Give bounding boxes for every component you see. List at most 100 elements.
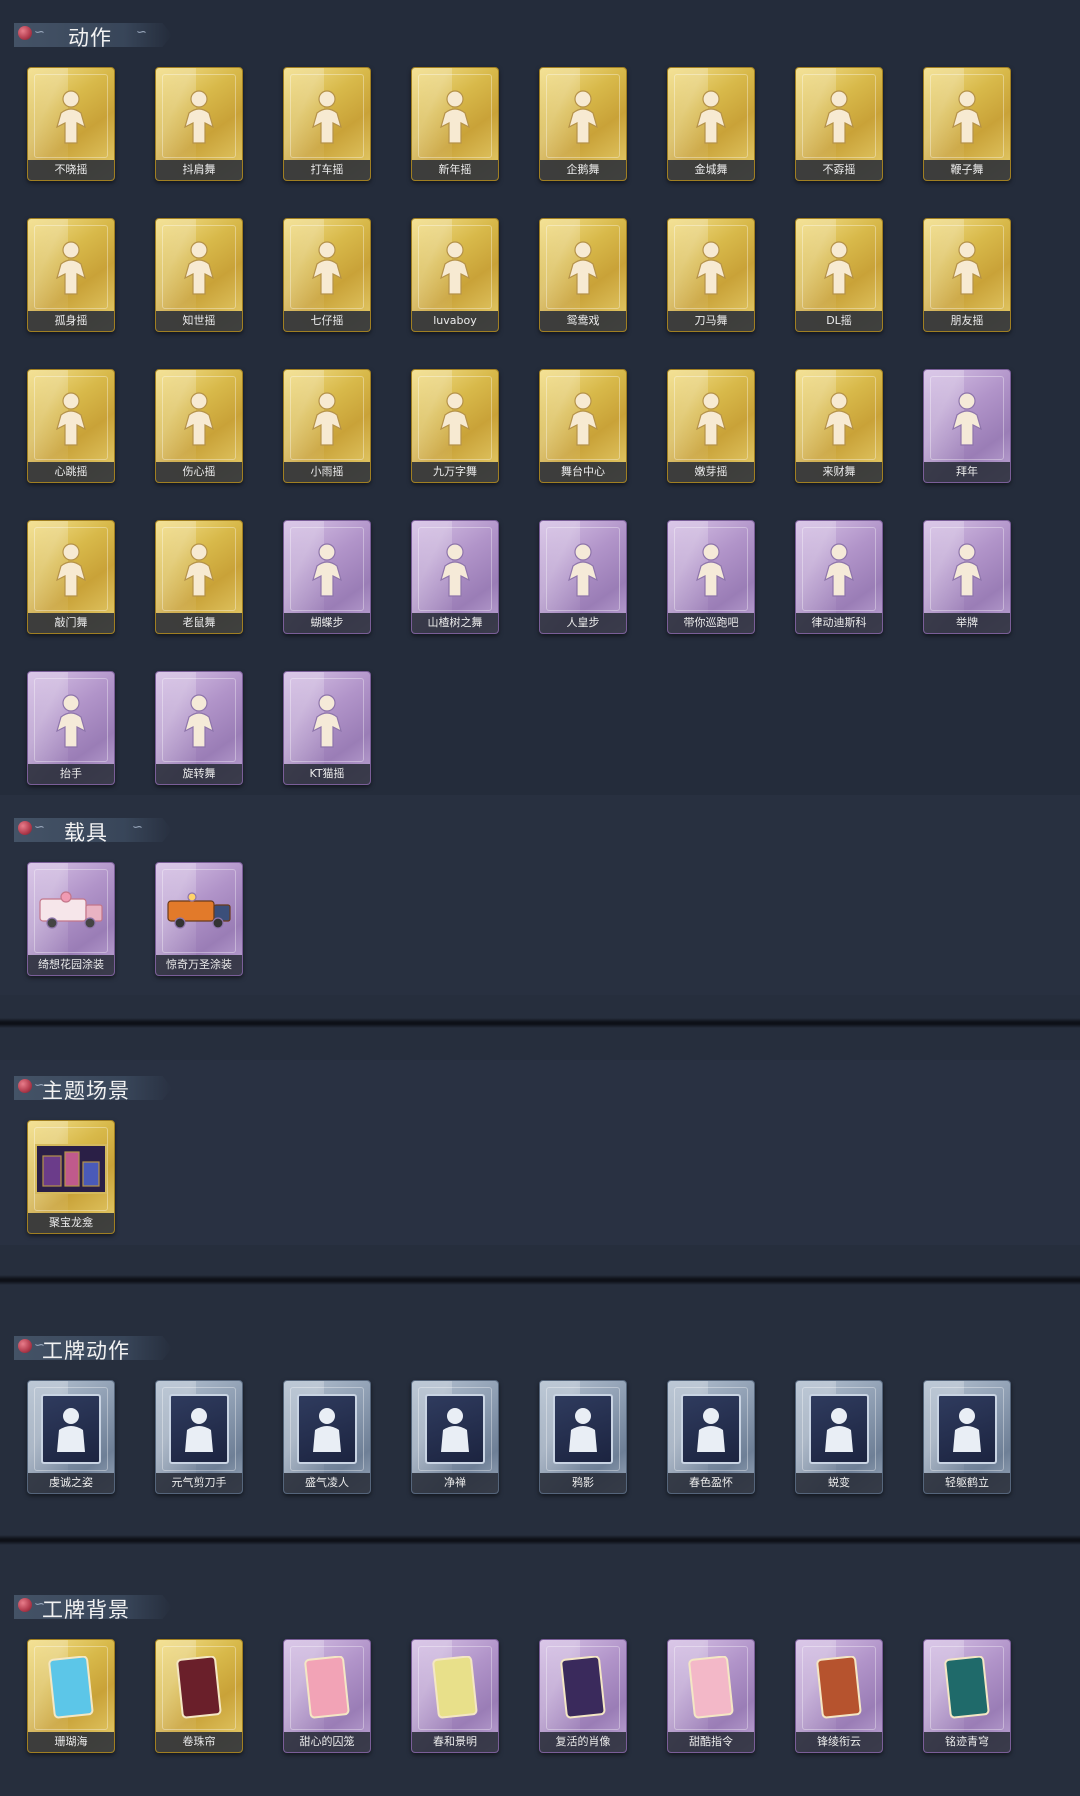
item-card[interactable]: 九万字舞 — [408, 366, 502, 488]
item-card[interactable]: 铭迹青穹 — [920, 1636, 1014, 1758]
card-frame: 复活的肖像 — [539, 1639, 627, 1753]
item-card[interactable]: 敲门舞 — [24, 517, 118, 639]
item-card[interactable]: 旋转舞 — [152, 668, 246, 790]
item-card[interactable]: 不晓摇 — [24, 64, 118, 186]
item-card[interactable]: 人皇步 — [536, 517, 630, 639]
item-card[interactable]: 小雨摇 — [280, 366, 374, 488]
card-frame: 孤身摇 — [27, 218, 115, 332]
item-label: 小雨摇 — [284, 462, 370, 482]
item-card[interactable]: 金城舞 — [664, 64, 758, 186]
item-card[interactable]: 春和景明 — [408, 1636, 502, 1758]
item-card[interactable]: 聚宝龙龛 — [24, 1117, 118, 1239]
item-card[interactable]: 抖肩舞 — [152, 64, 246, 186]
pin-icon — [18, 821, 32, 835]
item-card[interactable]: 鸳鸯戏 — [536, 215, 630, 337]
item-card[interactable]: 鸦影 — [536, 1377, 630, 1499]
pin-icon — [18, 1339, 32, 1353]
item-card[interactable]: 伤心摇 — [152, 366, 246, 488]
item-card[interactable]: 七仔摇 — [280, 215, 374, 337]
item-label: 朋友摇 — [924, 311, 1010, 331]
card-frame: 伤心摇 — [155, 369, 243, 483]
item-art-icon — [924, 531, 1010, 607]
item-card[interactable]: 盛气凌人 — [280, 1377, 374, 1499]
item-card[interactable]: 抬手 — [24, 668, 118, 790]
section-header: ∽ 载具 ∽ — [14, 815, 174, 845]
item-card[interactable]: 甜心的囚笼 — [280, 1636, 374, 1758]
item-card[interactable]: 甜酷指令 — [664, 1636, 758, 1758]
item-label: 不孬摇 — [796, 160, 882, 180]
item-card[interactable]: 虔诚之姿 — [24, 1377, 118, 1499]
item-art-icon — [540, 1650, 626, 1726]
card-frame: 举牌 — [923, 520, 1011, 634]
item-card[interactable]: 新年摇 — [408, 64, 502, 186]
card-frame: 春色盈怀 — [667, 1380, 755, 1494]
item-card[interactable]: 不孬摇 — [792, 64, 886, 186]
item-label: 鞭子舞 — [924, 160, 1010, 180]
item-card[interactable]: 举牌 — [920, 517, 1014, 639]
item-art-icon — [156, 229, 242, 305]
card-frame: 甜心的囚笼 — [283, 1639, 371, 1753]
item-card[interactable]: 知世摇 — [152, 215, 246, 337]
item-card[interactable]: 打车摇 — [280, 64, 374, 186]
item-card[interactable]: 惊奇万圣涂装 — [152, 859, 246, 981]
item-card[interactable]: 蜕变 — [792, 1377, 886, 1499]
item-card[interactable]: 珊瑚海 — [24, 1636, 118, 1758]
item-label: 孤身摇 — [28, 311, 114, 331]
item-card[interactable]: 舞台中心 — [536, 366, 630, 488]
card-frame: 舞台中心 — [539, 369, 627, 483]
item-card[interactable]: 锋绫衔云 — [792, 1636, 886, 1758]
item-card[interactable]: 山楂树之舞 — [408, 517, 502, 639]
item-card[interactable]: 蝴蝶步 — [280, 517, 374, 639]
item-card[interactable]: 元气剪刀手 — [152, 1377, 246, 1499]
card-frame: 绮想花园涂装 — [27, 862, 115, 976]
item-card[interactable]: 孤身摇 — [24, 215, 118, 337]
item-card[interactable]: 企鹅舞 — [536, 64, 630, 186]
item-card[interactable]: 心跳摇 — [24, 366, 118, 488]
item-card[interactable]: 律动迪斯科 — [792, 517, 886, 639]
item-label: 春色盈怀 — [668, 1473, 754, 1493]
card-frame: 惊奇万圣涂装 — [155, 862, 243, 976]
card-frame: 打车摇 — [283, 67, 371, 181]
item-card[interactable]: 嫩芽摇 — [664, 366, 758, 488]
pin-icon — [18, 1598, 32, 1612]
item-label: 铭迹青穹 — [924, 1732, 1010, 1752]
section-title: 工牌背景 — [42, 1598, 130, 1622]
item-card[interactable]: 刀马舞 — [664, 215, 758, 337]
section-actions: ∽ 动作 ∽ 不晓摇 抖肩舞 打车摇 新年摇 企鹅舞 金城舞 不孬摇 鞭子舞 孤身摇 知世摇 七仔摇… — [0, 20, 1080, 800]
item-card[interactable]: 春色盈怀 — [664, 1377, 758, 1499]
item-card[interactable]: DL摇 — [792, 215, 886, 337]
section-title: 主题场景 — [42, 1079, 130, 1103]
item-label: 蝴蝶步 — [284, 613, 370, 633]
item-art-icon — [796, 78, 882, 154]
card-frame: 敲门舞 — [27, 520, 115, 634]
card-frame: 人皇步 — [539, 520, 627, 634]
card-frame: 朋友摇 — [923, 218, 1011, 332]
section-badge-actions: ∽ 工牌动作 虔诚之姿 元气剪刀手 盛气凌人 净禅 鸦影 春色盈怀 蜕变 轻躯鹤立 — [0, 1333, 1080, 1513]
item-label: KT猫摇 — [284, 764, 370, 784]
item-card[interactable]: 拜年 — [920, 366, 1014, 488]
section-vehicles: ∽ 载具 ∽ 绮想花园涂装 惊奇万圣涂装 — [0, 815, 1080, 995]
item-card[interactable]: KT猫摇 — [280, 668, 374, 790]
item-card[interactable]: luvaboy — [408, 215, 502, 337]
item-art-icon — [28, 531, 114, 607]
item-label: 九万字舞 — [412, 462, 498, 482]
item-card[interactable]: 鞭子舞 — [920, 64, 1014, 186]
item-art-icon — [412, 229, 498, 305]
item-label: 新年摇 — [412, 160, 498, 180]
item-card[interactable]: 老鼠舞 — [152, 517, 246, 639]
item-art-icon — [284, 682, 370, 758]
item-art-icon — [28, 229, 114, 305]
item-card[interactable]: 来财舞 — [792, 366, 886, 488]
item-card[interactable]: 绮想花园涂装 — [24, 859, 118, 981]
item-label: 七仔摇 — [284, 311, 370, 331]
item-label: 复活的肖像 — [540, 1732, 626, 1752]
item-card[interactable]: 净禅 — [408, 1377, 502, 1499]
item-label: 甜心的囚笼 — [284, 1732, 370, 1752]
item-card[interactable]: 朋友摇 — [920, 215, 1014, 337]
item-card[interactable]: 卷珠帘 — [152, 1636, 246, 1758]
card-frame: 七仔摇 — [283, 218, 371, 332]
ornament-icon: ∽ — [34, 25, 45, 40]
item-card[interactable]: 复活的肖像 — [536, 1636, 630, 1758]
item-card[interactable]: 轻躯鹤立 — [920, 1377, 1014, 1499]
item-card[interactable]: 带你巡跑吧 — [664, 517, 758, 639]
